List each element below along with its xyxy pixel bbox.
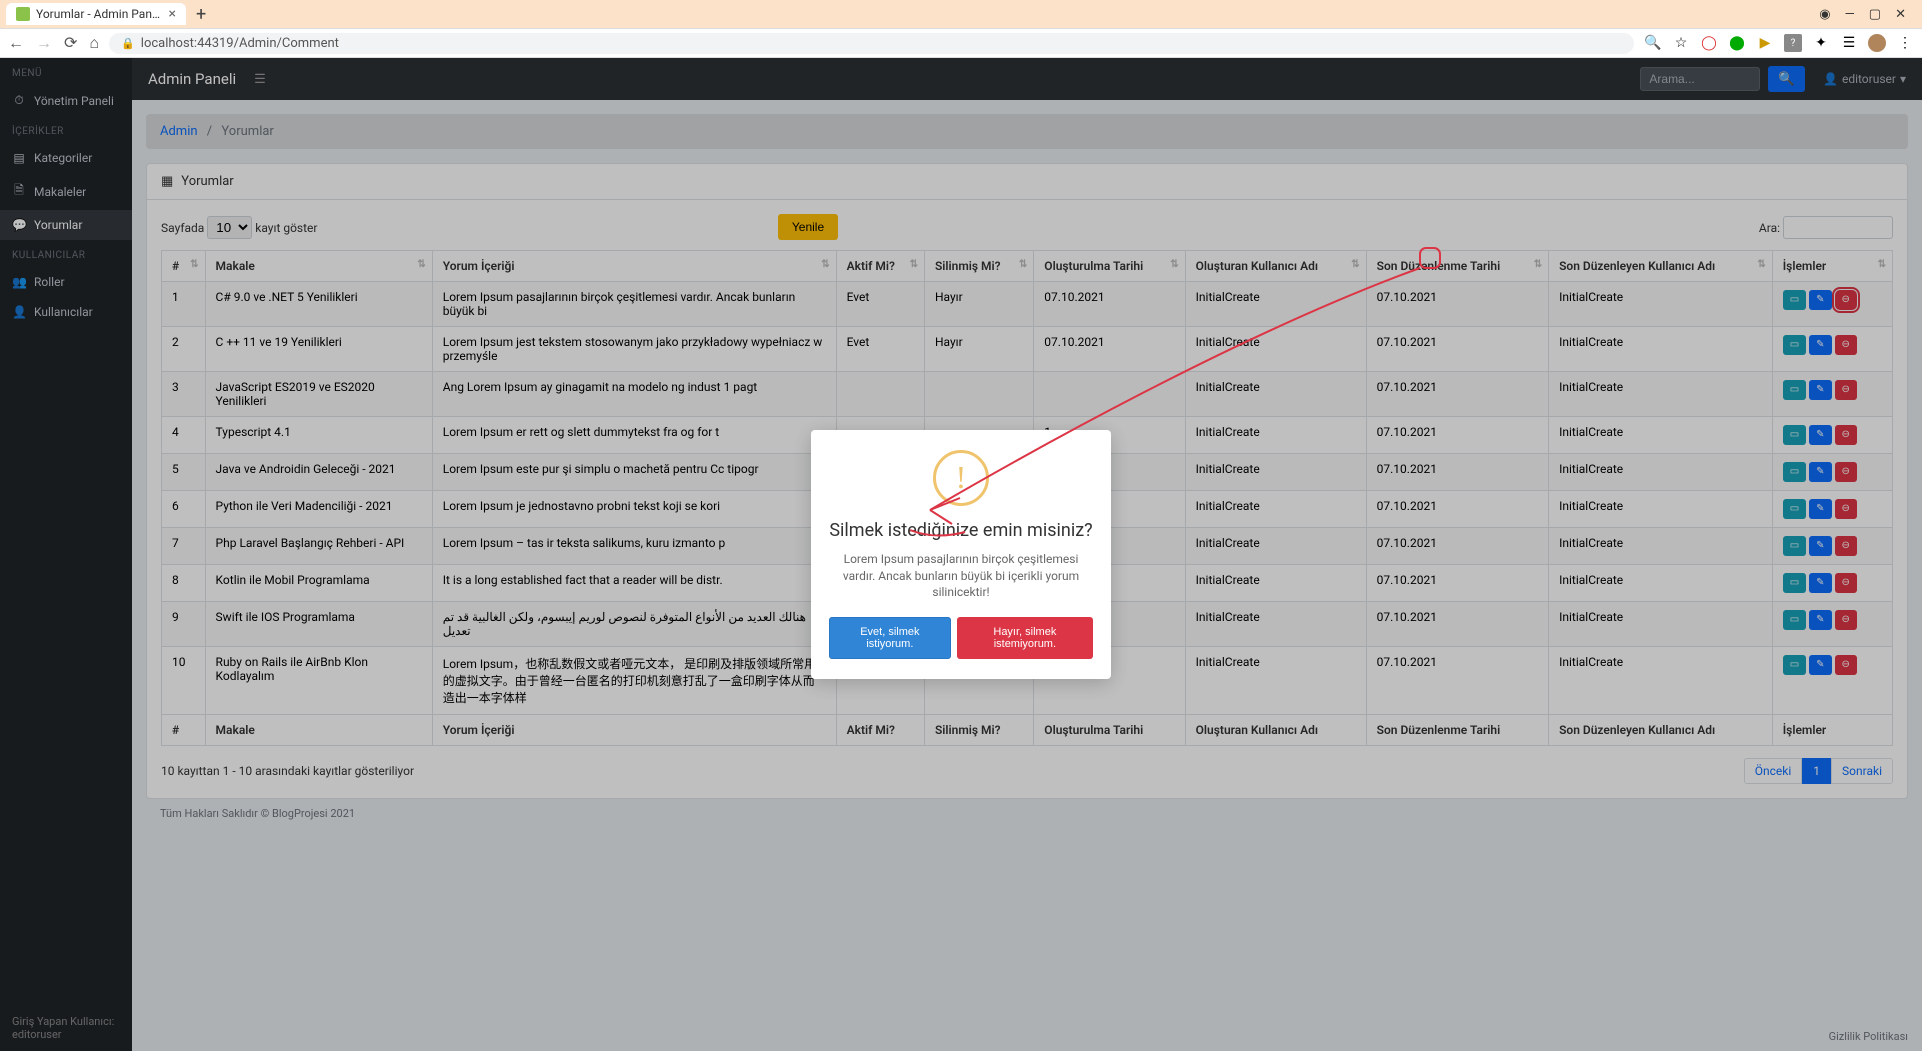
modal-text: Lorem Ipsum pasajlarının birçok çeşitlem… xyxy=(829,551,1093,601)
extensions-puzzle-icon[interactable]: ✦ xyxy=(1812,34,1830,52)
warning-icon: ! xyxy=(933,450,989,506)
reading-list-icon[interactable]: ☰ xyxy=(1840,34,1858,52)
extension-idm-icon[interactable]: ▶ xyxy=(1756,34,1774,52)
maximize-icon[interactable]: ▢ xyxy=(1869,7,1881,22)
tab-title: Yorumlar - Admin Paneli | Blog P xyxy=(36,7,163,21)
modal-title: Silmek istediğinize emin misiniz? xyxy=(829,520,1093,541)
profile-avatar[interactable] xyxy=(1868,34,1886,52)
page-search-icon[interactable]: 🔍 xyxy=(1644,34,1662,52)
chrome-menu-icon[interactable]: ⋮ xyxy=(1896,34,1914,52)
url-text: localhost:44319/Admin/Comment xyxy=(141,36,339,51)
browser-tab[interactable]: Yorumlar - Admin Paneli | Blog P × xyxy=(6,3,186,25)
lock-icon: 🔒 xyxy=(121,37,135,50)
nav-forward-icon[interactable]: → xyxy=(36,33,52,53)
new-tab-button[interactable]: + xyxy=(186,4,216,25)
confirm-delete-modal: ! Silmek istediğinize emin misiniz? Lore… xyxy=(811,430,1111,679)
extension-green-icon[interactable]: ⬤ xyxy=(1728,34,1746,52)
bookmark-star-icon[interactable]: ☆ xyxy=(1672,34,1690,52)
extension-help-icon[interactable]: ? xyxy=(1784,34,1802,52)
modal-confirm-button[interactable]: Evet, silmek istiyorum. xyxy=(829,617,951,659)
nav-back-icon[interactable]: ← xyxy=(8,33,24,53)
extension-opera-icon[interactable]: ◯ xyxy=(1700,34,1718,52)
favicon-icon xyxy=(16,7,30,21)
address-bar[interactable]: 🔒 localhost:44319/Admin/Comment xyxy=(109,33,1634,54)
minimize-icon[interactable]: ― xyxy=(1845,7,1855,22)
nav-reload-icon[interactable]: ⟳ xyxy=(64,33,77,53)
modal-overlay[interactable]: ! Silmek istediğinize emin misiniz? Lore… xyxy=(0,58,1922,1051)
nav-home-icon[interactable]: ⌂ xyxy=(89,33,99,53)
tab-close-icon[interactable]: × xyxy=(169,7,176,21)
account-icon[interactable]: ◉ xyxy=(1819,7,1830,22)
close-window-icon[interactable]: ✕ xyxy=(1895,7,1906,22)
browser-chrome: Yorumlar - Admin Paneli | Blog P × + ◉ ―… xyxy=(0,0,1922,58)
modal-cancel-button[interactable]: Hayır, silmek istemiyorum. xyxy=(957,617,1093,659)
